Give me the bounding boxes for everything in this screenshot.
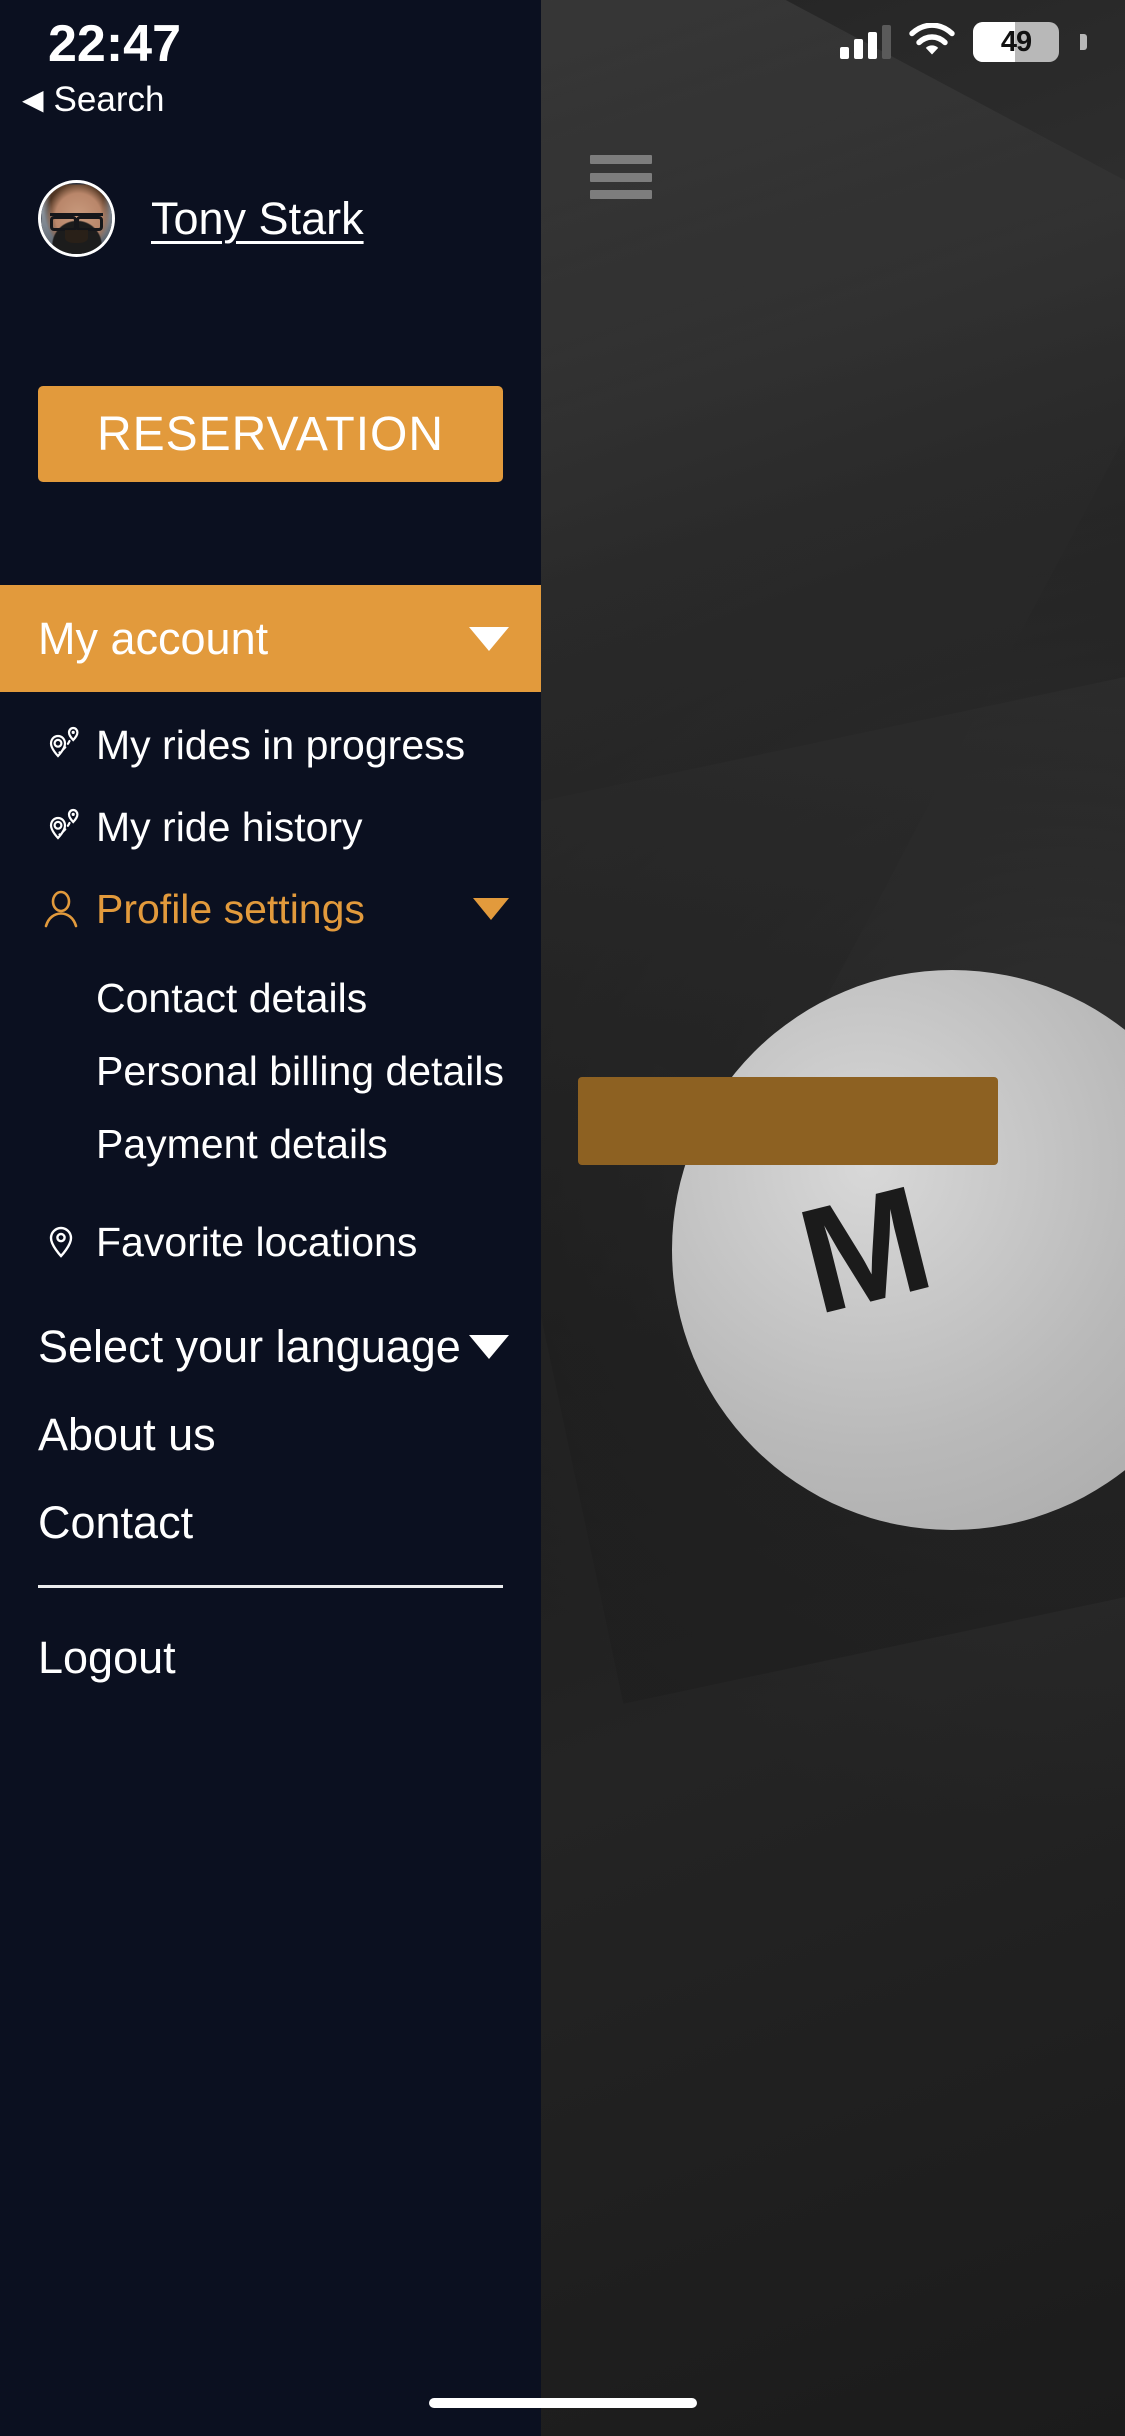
language-selector-label: Select your language [38,1321,461,1372]
chevron-down-icon [469,1335,509,1359]
sidebar-item-favorite-locations[interactable]: Favorite locations [0,1201,541,1283]
sidebar-item-label: Contact [38,1497,194,1548]
user-name[interactable]: Tony Stark [151,193,364,245]
home-indicator[interactable] [428,2398,697,2408]
sidebar-item-about-us[interactable]: About us [0,1391,541,1479]
route-pin-icon [38,722,96,768]
divider [38,1585,503,1588]
reservation-button-label: RESERVATION [96,407,445,461]
sidebar-subitem-personal-billing-details[interactable]: Personal billing details [0,1035,541,1108]
sidebar-subitem-contact-details[interactable]: Contact details [0,962,541,1035]
reservation-button[interactable]: RESERVATION [38,386,503,482]
sidebar-subitem-payment-details[interactable]: Payment details [0,1108,541,1181]
phone-screen: M Tony Stark RESERVATION My account My r… [0,0,1125,2436]
sidebar-item-label: My ride history [96,803,363,850]
my-account-label: My account [38,612,269,664]
navigation-drawer: Tony Stark RESERVATION My account My rid… [0,0,541,2436]
sidebar-item-label: Profile settings [96,885,365,932]
chevron-down-icon [469,626,509,651]
hamburger-menu-icon[interactable] [590,155,652,199]
chevron-down-icon [473,898,509,920]
sidebar-item-my-ride-history[interactable]: My ride history [0,786,541,868]
sidebar-item-profile-settings[interactable]: Profile settings [0,868,541,950]
sidebar-subitem-label: Contact details [96,975,368,1021]
language-selector[interactable]: Select your language [0,1303,541,1391]
sidebar-subitem-label: Payment details [96,1121,388,1167]
avatar[interactable] [38,180,115,257]
profile-row[interactable]: Tony Stark [38,180,364,257]
my-account-header[interactable]: My account [0,585,541,692]
user-outline-icon [38,886,96,932]
sidebar-subitem-label: Personal billing details [96,1048,504,1094]
drawer-menu: My rides in progress My ride history Pro… [0,692,541,1702]
sidebar-item-my-rides-in-progress[interactable]: My rides in progress [0,704,541,786]
sidebar-item-label: About us [38,1409,216,1460]
logout-button[interactable]: Logout [0,1614,541,1702]
sidebar-item-label: Favorite locations [96,1218,418,1265]
sidebar-item-label: My rides in progress [96,721,466,768]
app-logo-text: M [783,1153,940,1346]
background-action-button[interactable] [578,1077,998,1165]
logout-label: Logout [38,1632,176,1683]
route-pin-icon [38,804,96,850]
sidebar-item-contact[interactable]: Contact [0,1479,541,1567]
map-pin-icon [38,1219,96,1265]
